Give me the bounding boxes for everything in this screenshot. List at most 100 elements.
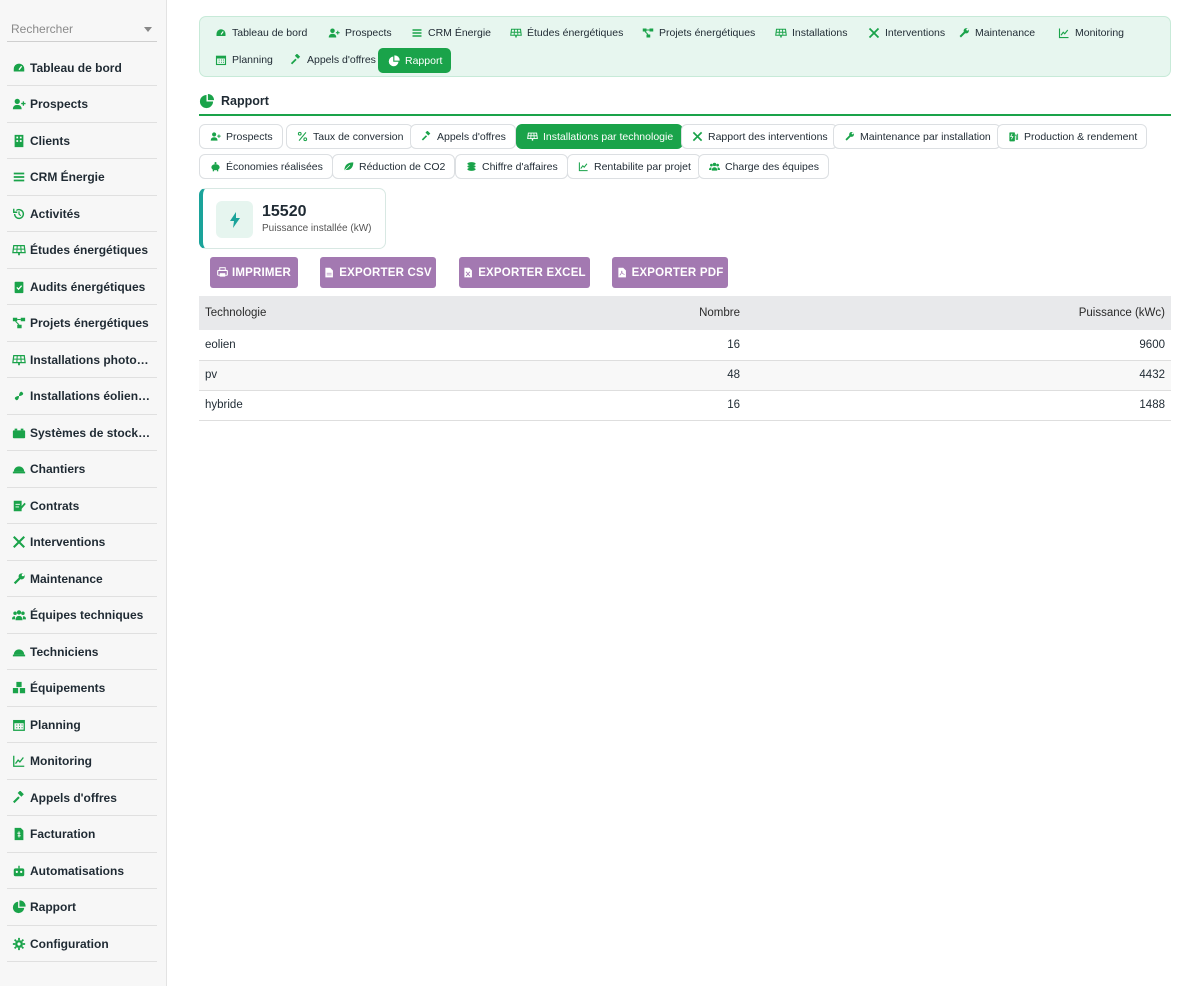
report-tab-installations-par-technologie[interactable]: Installations par technologie xyxy=(516,124,684,149)
sidebar-item-installations-photov[interactable]: Installations photov… xyxy=(7,342,157,378)
exporter-pdf-button[interactable]: EXPORTER PDF xyxy=(612,257,728,288)
report-tab-chiffre-d-affaires[interactable]: Chiffre d'affaires xyxy=(455,154,568,179)
topnav-item-monitoring[interactable]: Monitoring xyxy=(1051,22,1130,44)
chevron-down-icon[interactable] xyxy=(144,27,152,32)
sidebar-item-clients[interactable]: Clients xyxy=(7,123,157,159)
report-tab-appels-d-offres[interactable]: Appels d'offres xyxy=(410,124,516,149)
report-tab-rapport-des-interventions[interactable]: Rapport des interventions xyxy=(681,124,838,149)
cell-technologie: eolien xyxy=(199,330,475,361)
sidebar-item-facturation[interactable]: Facturation xyxy=(7,817,157,853)
battery-icon xyxy=(11,425,27,441)
cell-puissance: 9600 xyxy=(746,330,1171,361)
cell-puissance: 1488 xyxy=(746,390,1171,421)
report-tab-reduction-de-co2[interactable]: Réduction de CO2 xyxy=(332,154,456,179)
sidebar-item-techniciens[interactable]: Techniciens xyxy=(7,634,157,670)
cell-puissance: 4432 xyxy=(746,360,1171,391)
tools-icon xyxy=(867,27,880,40)
topnav-item-installations[interactable]: Installations xyxy=(768,22,853,44)
wrench-icon xyxy=(11,571,27,587)
cell-nombre: 16 xyxy=(475,330,746,361)
report-tab-prospects[interactable]: Prospects xyxy=(199,124,283,149)
sidebar: Rechercher Tableau de bord Prospects Clien… xyxy=(0,0,167,986)
sidebar-item-label: Équipes techniques xyxy=(30,608,144,622)
report-tab-label: Taux de conversion xyxy=(313,130,404,143)
column-header-puissance[interactable]: Puissance (kWc) xyxy=(746,296,1171,330)
report-tab-label: Production & rendement xyxy=(1024,130,1138,143)
chart-line-icon xyxy=(577,161,589,173)
report-tab-label: Rapport des interventions xyxy=(708,130,828,143)
top-navigation: Tableau de bord Prospects CRM Énergie Étude… xyxy=(199,16,1171,77)
sidebar-item-chantiers[interactable]: Chantiers xyxy=(7,452,157,488)
sidebar-item-etudes-energetiques[interactable]: Études énergétiques xyxy=(7,233,157,269)
table-row: pv 48 4432 xyxy=(199,360,1171,391)
sidebar-item-projets-energetiques[interactable]: Projets énergétiques xyxy=(7,306,157,342)
topnav-item-prospects[interactable]: Prospects xyxy=(321,22,398,44)
imprimer-button[interactable]: IMPRIMER xyxy=(210,257,298,288)
button-label: EXPORTER CSV xyxy=(339,266,432,279)
sidebar-item-interventions[interactable]: Interventions xyxy=(7,525,157,561)
report-tab-charge-des-equipes[interactable]: Charge des équipes xyxy=(698,154,829,179)
sidebar-item-automatisations[interactable]: Automatisations xyxy=(7,853,157,889)
project-diagram-icon xyxy=(641,27,654,40)
sidebar-item-equipes-techniques[interactable]: Équipes techniques xyxy=(7,598,157,634)
sidebar-item-crm-energie[interactable]: CRM Énergie xyxy=(7,160,157,196)
exporter-csv-button[interactable]: EXPORTER CSV xyxy=(320,257,436,288)
topnav-item-rapport[interactable]: Rapport xyxy=(378,48,452,73)
report-tab-label: Chiffre d'affaires xyxy=(482,160,558,173)
signature-icon xyxy=(11,498,27,514)
sidebar-item-tableau-de-bord[interactable]: Tableau de bord xyxy=(7,50,157,86)
topnav-item-label: Appels d'offres xyxy=(307,54,376,66)
technology-table: Technologie Nombre Puissance (kWc) eolie… xyxy=(199,296,1171,421)
sidebar-item-prospects[interactable]: Prospects xyxy=(7,87,157,123)
sidebar-item-activites[interactable]: Activités xyxy=(7,196,157,232)
search-select[interactable]: Rechercher xyxy=(7,16,157,42)
report-tab-economies-realisees[interactable]: Économies réalisées xyxy=(199,154,333,179)
sidebar-item-label: Contrats xyxy=(30,498,80,513)
gauge-icon xyxy=(11,60,27,76)
sidebar-item-appels-d-offres[interactable]: Appels d'offres xyxy=(7,780,157,816)
chart-line-icon xyxy=(1057,27,1070,40)
sidebar-item-systemes-de-stockage[interactable]: Systèmes de stockage xyxy=(7,415,157,451)
topnav-item-appels-d-offres[interactable]: Appels d'offres xyxy=(283,49,382,71)
button-label: EXPORTER EXCEL xyxy=(478,266,586,279)
exporter-excel-button[interactable]: EXPORTER EXCEL xyxy=(459,257,590,288)
sidebar-item-installations-eoliennes[interactable]: Installations éoliennes xyxy=(7,379,157,415)
column-header-nombre[interactable]: Nombre xyxy=(475,296,746,330)
page-title: Rapport xyxy=(221,94,269,108)
report-tab-production-rendement[interactable]: Production & rendement xyxy=(997,124,1148,149)
topnav-item-crm-energie[interactable]: CRM Énergie xyxy=(404,22,497,44)
sidebar-item-maintenance[interactable]: Maintenance xyxy=(7,561,157,597)
topnav-item-label: CRM Énergie xyxy=(428,27,492,39)
sidebar-item-equipements[interactable]: Équipements xyxy=(7,671,157,707)
sidebar-item-contrats[interactable]: Contrats xyxy=(7,488,157,524)
sidebar-item-label: Monitoring xyxy=(30,754,92,768)
column-header-technologie[interactable]: Technologie xyxy=(199,296,475,330)
sidebar-item-planning[interactable]: Planning xyxy=(7,707,157,743)
report-tab-maintenance-par-installation[interactable]: Maintenance par installation xyxy=(833,124,1001,149)
report-tab-rentabilite-par-projet[interactable]: Rentabilite par projet xyxy=(567,154,701,179)
button-label: EXPORTER PDF xyxy=(631,266,724,279)
topnav-item-planning[interactable]: Planning xyxy=(208,49,279,71)
topnav-item-label: Planning xyxy=(232,54,273,66)
sidebar-item-label: Appels d'offres xyxy=(30,790,117,805)
report-tab-taux-de-conversion[interactable]: Taux de conversion xyxy=(286,124,414,149)
sidebar-item-audits-energetiques[interactable]: Audits énergétiques xyxy=(7,269,157,305)
button-label: IMPRIMER xyxy=(231,266,292,279)
topnav-item-interventions[interactable]: Interventions xyxy=(861,22,951,44)
fan-icon xyxy=(11,388,27,404)
sidebar-item-rapport[interactable]: Rapport xyxy=(7,890,157,926)
sidebar-item-label: Équipements xyxy=(30,681,106,695)
topnav-item-label: Tableau de bord xyxy=(232,27,308,39)
chart-pie-icon xyxy=(199,94,214,109)
user-plus-icon xyxy=(11,96,27,112)
topnav-item-tableau-de-bord[interactable]: Tableau de bord xyxy=(208,22,313,44)
sidebar-item-label: Études énergétiques xyxy=(30,243,149,257)
search-placeholder: Rechercher xyxy=(11,22,74,36)
topnav-item-maintenance[interactable]: Maintenance xyxy=(951,22,1041,44)
gavel-icon xyxy=(11,790,27,806)
topnav-item-projets-energetiques[interactable]: Projets énergétiques xyxy=(635,22,761,44)
topnav-item-etudes-energetiques[interactable]: Études énergétiques xyxy=(503,22,629,44)
building-icon xyxy=(11,133,27,149)
sidebar-item-configuration[interactable]: Configuration xyxy=(7,926,157,962)
sidebar-item-monitoring[interactable]: Monitoring xyxy=(7,744,157,780)
